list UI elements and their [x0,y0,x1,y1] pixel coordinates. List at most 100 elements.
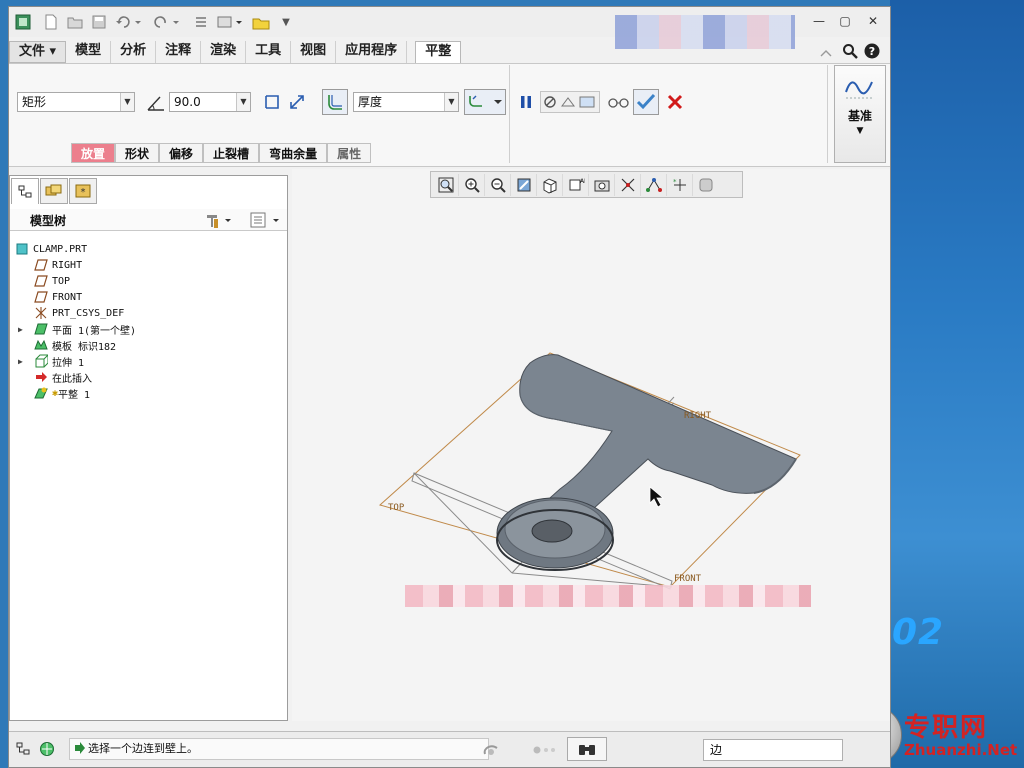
graphics-toolbar: AB * [430,171,743,198]
regenerate-icon[interactable] [191,12,211,32]
tab-model[interactable]: 模型 [66,41,112,63]
feature-tab-bend-allowance[interactable]: 弯曲余量 [259,143,328,163]
preview-options[interactable] [540,91,600,113]
nav-tab-model-tree[interactable] [11,178,39,204]
thickness-select[interactable]: 厚度 ▼ [353,92,459,112]
model-viewport[interactable]: RIGHT TOP FRONT [292,169,890,721]
graphics-window[interactable]: RIGHT TOP FRONT [292,169,890,721]
progress-dots [531,740,559,760]
flatten-icon [34,386,48,400]
repaint-icon[interactable] [511,173,537,196]
tree-item-insert-here[interactable]: 在此插入 [34,369,92,385]
datum-dropdown-icon: ▼ [856,126,864,136]
feature-tab-placement[interactable]: 放置 [71,143,116,163]
tree-item-label: 模板 标识182 [52,341,117,353]
cancel-x-button[interactable] [664,91,686,113]
tab-file-label: 文件 [19,44,46,59]
annotation-display-icon[interactable] [693,174,719,196]
minimize-icon[interactable]: — [811,13,827,29]
undo-icon[interactable] [113,12,143,32]
side-left-icon[interactable] [261,91,283,113]
status-browser-icon[interactable] [37,739,57,759]
view-manager-icon[interactable] [589,173,615,196]
shape-select-value: 矩形 [22,95,47,109]
brand-en: Zhuanzhi.Net [904,741,1018,759]
datum-button[interactable]: 基准 ▼ [834,65,886,163]
help-icon[interactable]: ? [863,41,881,61]
display-style-icon[interactable] [537,173,563,196]
tree-item-label: TOP [52,275,71,287]
tab-flatten[interactable]: 平整 [415,41,462,63]
bend-radius-toggle[interactable] [322,89,348,115]
nav-tab-favorites[interactable]: * [69,178,97,204]
open-icon[interactable] [65,12,85,32]
tree-show-icon[interactable] [248,210,282,230]
tree-item-csys[interactable]: PRT_CSYS_DEF [34,305,124,321]
tab-analysis[interactable]: 分析 [111,41,157,63]
redo-icon[interactable] [151,12,181,32]
tree-item-top[interactable]: TOP [34,273,70,289]
ribbon-tabs: 文件 ▾ 模型 分析 注释 渲染 工具 视图 应用程序 平整 [9,41,462,63]
app-logo-icon[interactable] [13,12,33,32]
ok-checkmark-button[interactable] [633,89,659,115]
zoom-out-icon[interactable] [485,173,511,196]
shape-select-arrow-icon: ▼ [120,93,134,111]
close-window-icon[interactable] [251,12,271,32]
tab-applications[interactable]: 应用程序 [336,41,408,63]
tab-file[interactable]: 文件 ▾ [9,41,67,63]
saved-orientations-icon[interactable]: AB [563,173,589,196]
tree-settings-icon[interactable] [204,210,234,230]
shape-select[interactable]: 矩形 ▼ [17,92,135,112]
tree-item-label: 在此插入 [52,373,92,385]
window-close-icon[interactable]: ✕ [865,13,881,29]
brand-cn: 专职网 [904,713,989,743]
search-icon[interactable] [841,41,859,61]
tree-item-front[interactable]: FRONT [34,289,82,305]
feature-tab-relief[interactable]: 止裂槽 [203,143,260,163]
status-tree-icon[interactable] [13,739,33,759]
tree-item-plane-wall[interactable]: ▶ 平面 1(第一个壁) [18,321,136,337]
datum-label-front: FRONT [674,574,702,584]
tab-render[interactable]: 渲染 [201,41,247,63]
maximize-icon[interactable]: ▢ [837,13,853,29]
selection-filter[interactable]: 边 [703,739,843,761]
angle-value: 90.0 [174,95,201,109]
datum-display-icon[interactable] [615,173,641,196]
pause-icon[interactable] [515,91,537,113]
refit-icon[interactable] [433,173,459,196]
expand-icon[interactable]: ▶ [18,325,23,334]
tree-item-part[interactable]: CLAMP.PRT [15,241,87,257]
tree-item-template[interactable]: 模板 标识182 [34,337,116,353]
new-icon[interactable] [41,12,61,32]
svg-text:?: ? [869,45,875,58]
angle-field[interactable]: 90.0 ▼ [169,92,251,112]
svg-text:*: * [81,187,86,198]
axis-display-icon[interactable] [641,173,667,196]
zoom-in-icon[interactable] [459,173,485,196]
feature-tab-shape[interactable]: 形状 [115,143,160,163]
nav-tab-folder-browser[interactable] [40,178,68,204]
save-icon[interactable] [89,12,109,32]
tab-view[interactable]: 视图 [291,41,337,63]
selection-filter-value: 边 [710,743,723,757]
status-bar: 选择一个边连到壁上。 边 [9,731,890,767]
tab-annotate[interactable]: 注释 [156,41,202,63]
app-window: ▼ — ▢ ✕ 文件 ▾ 模型 分析 注释 渲染 工具 视图 应用程序 平整 ?… [8,6,891,768]
feature-tab-properties[interactable]: 属性 [327,143,372,163]
datum-plane-icon [34,274,48,288]
flip-direction-icon[interactable] [286,91,308,113]
csys-display-icon[interactable]: * [667,173,693,196]
tab-tools[interactable]: 工具 [246,41,292,63]
find-binoculars-button[interactable] [567,737,607,761]
expand-icon[interactable]: ▶ [18,357,23,366]
feature-tabs: 放置 形状 偏移 止裂槽 弯曲余量 属性 [71,143,372,163]
tree-item-right[interactable]: RIGHT [34,257,82,273]
ribbon-collapse-icon[interactable] [819,43,833,63]
feature-tab-offset[interactable]: 偏移 [159,143,204,163]
tree-item-extrude[interactable]: ▶ 拉伸 1 [18,353,84,369]
windows-icon[interactable] [215,12,245,32]
bend-dimension-select[interactable] [464,89,506,115]
customize-toolbar-icon[interactable]: ▼ [279,12,293,32]
verify-glasses-icon[interactable] [606,91,632,113]
tree-item-flatten[interactable]: ✱ 平整 1 [34,385,90,401]
